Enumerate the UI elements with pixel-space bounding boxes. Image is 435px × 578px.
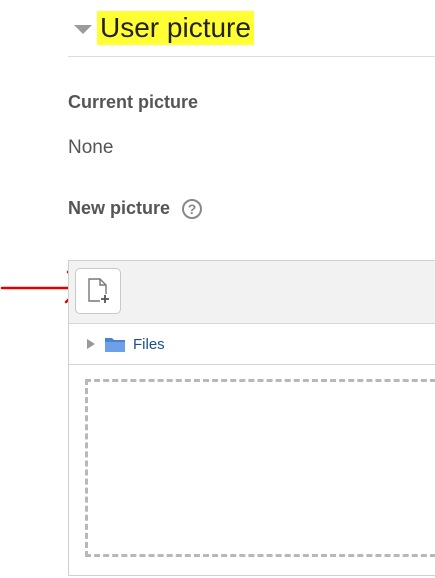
file-manager-toolbar	[69, 261, 435, 324]
section-header: User picture	[74, 8, 254, 48]
new-picture-label: New picture	[68, 198, 171, 218]
files-folder-link[interactable]: Files	[133, 336, 165, 353]
add-file-button[interactable]	[75, 268, 121, 314]
section-divider	[68, 56, 435, 57]
file-manager-path-bar: Files	[69, 324, 435, 365]
current-picture-label: Current picture	[68, 92, 199, 112]
expand-arrow-icon[interactable]	[87, 339, 95, 349]
current-picture-value: None	[68, 137, 114, 158]
help-icon[interactable]: ?	[182, 198, 203, 219]
collapse-caret-icon[interactable]	[74, 24, 92, 34]
new-picture-label-row: New picture ?	[68, 198, 203, 219]
folder-icon	[105, 338, 125, 352]
add-file-icon	[88, 278, 110, 304]
section-title[interactable]: User picture	[97, 11, 254, 45]
file-drop-zone[interactable]	[85, 379, 435, 557]
file-manager: Files	[68, 260, 435, 576]
